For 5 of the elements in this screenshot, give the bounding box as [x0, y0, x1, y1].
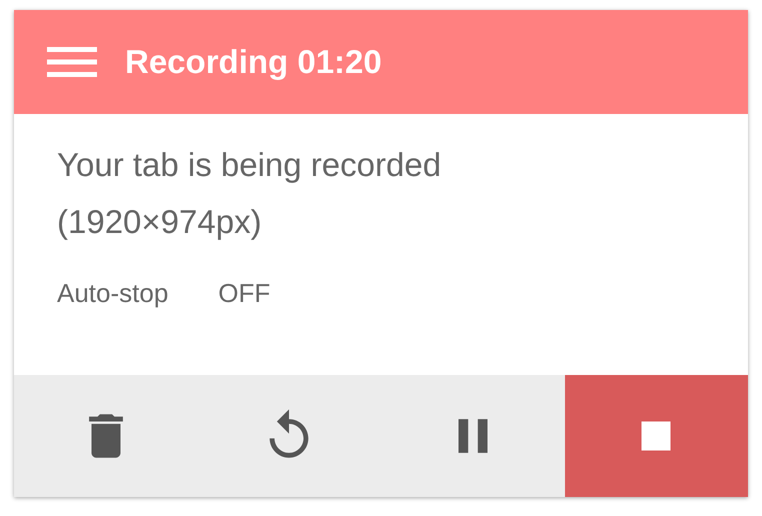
- header-title: Recording 01:20: [125, 43, 382, 81]
- auto-stop-label: Auto-stop: [57, 278, 168, 309]
- stop-button[interactable]: [564, 375, 748, 497]
- auto-stop-value[interactable]: OFF: [218, 278, 270, 309]
- status-message: Your tab is being recorded (1920×974px): [57, 145, 442, 242]
